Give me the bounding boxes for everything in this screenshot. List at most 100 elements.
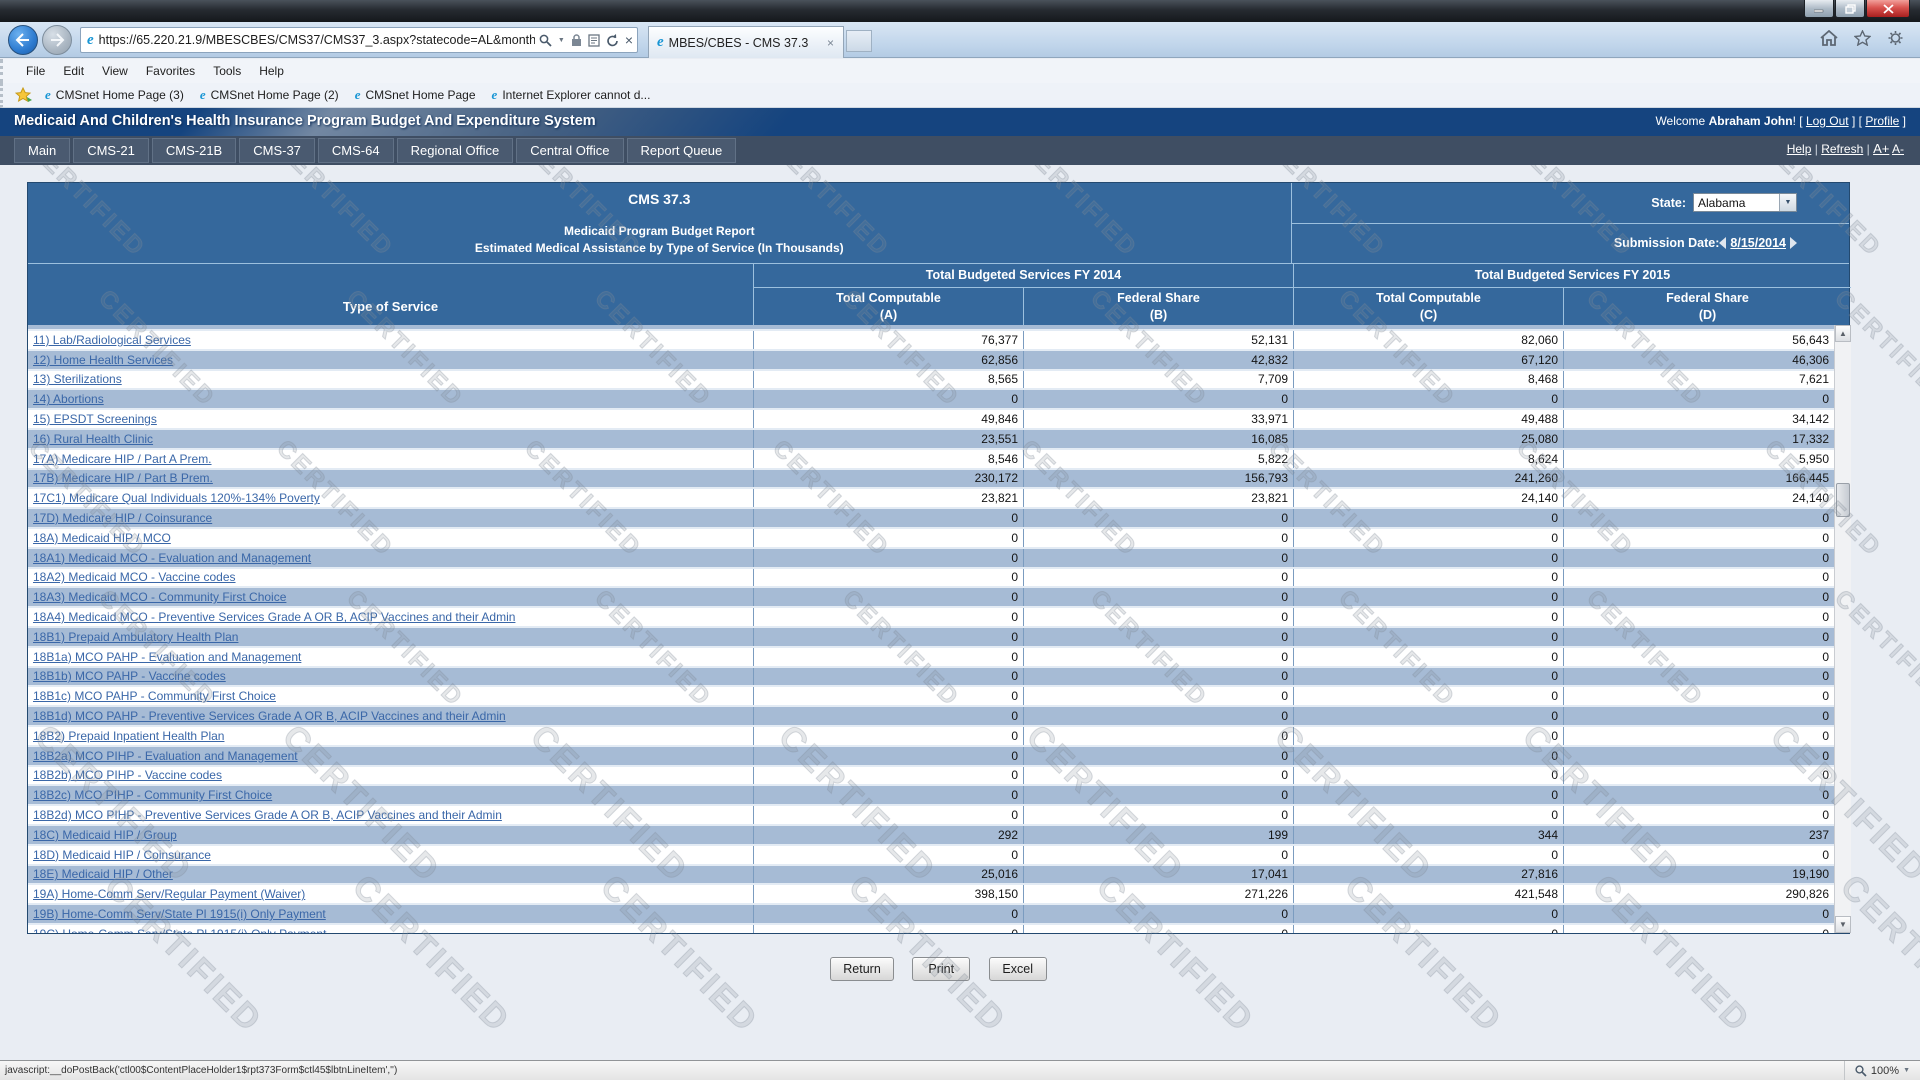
service-line-link[interactable]: 18B1d) MCO PAHP - Preventive Services Gr… [33,709,506,723]
profile-link[interactable]: Profile [1865,114,1899,128]
service-line-link[interactable]: 19C) Home-Comm Serv/State Pl 1915(j) Onl… [33,927,326,933]
settings-gear-icon[interactable] [1887,30,1904,46]
home-icon[interactable] [1820,30,1838,46]
nav-tab-cms-21b[interactable]: CMS-21B [152,138,236,163]
service-line-link[interactable]: 18B2d) MCO PIHP - Preventive Services Gr… [33,808,502,822]
service-line-link[interactable]: 18A2) Medicaid MCO - Vaccine codes [33,570,236,584]
address-bar[interactable]: e https://65.220.21.9/MBESCBES/CMS37/CMS… [80,27,638,53]
return-button[interactable]: Return [830,957,894,981]
next-date-icon[interactable] [1790,237,1797,249]
menu-item-tools[interactable]: Tools [204,62,250,80]
menu-item-edit[interactable]: Edit [54,62,93,80]
service-line-link[interactable]: 17C1) Medicare Qual Individuals 120%-134… [33,491,320,505]
service-line-link[interactable]: 13) Sterilizations [33,372,122,386]
service-line-link[interactable]: 18C) Medicaid HIP / Group [33,828,177,842]
service-line-link[interactable]: 18A) Medicaid HIP / MCO [33,531,171,545]
favorite-item[interactable]: eCMSnet Home Page [353,87,476,103]
service-line-link[interactable]: 11) Lab/Radiological Services [33,333,191,347]
refresh-link[interactable]: Refresh [1821,142,1863,156]
nav-tab-cms-64[interactable]: CMS-64 [318,138,394,163]
search-icon[interactable] [539,34,552,47]
nav-tab-central-office[interactable]: Central Office [516,138,623,163]
value-cell-b: 0 [1023,727,1293,745]
favorite-item[interactable]: eCMSnet Home Page (2) [198,87,339,103]
service-line-link[interactable]: 18B2) Prepaid Inpatient Health Plan [33,729,224,743]
value-cell-b: 17,041 [1023,866,1293,884]
nav-tab-cms-21[interactable]: CMS-21 [73,138,149,163]
service-line-link[interactable]: 19A) Home-Comm Serv/Regular Payment (Wai… [33,887,305,901]
nav-tab-main[interactable]: Main [14,138,70,163]
service-line-link[interactable]: 18A1) Medicaid MCO - Evaluation and Mana… [33,551,311,565]
value-cell-c: 0 [1293,846,1563,864]
browser-tab[interactable]: e MBES/CBES - CMS 37.3 × [648,26,844,58]
previous-date-icon[interactable] [1719,237,1726,249]
font-increase-link[interactable]: A+ [1873,141,1889,156]
service-line-link[interactable]: 18B1a) MCO PAHP - Evaluation and Managem… [33,650,301,664]
service-line-link[interactable]: 18B2b) MCO PIHP - Vaccine codes [33,768,222,782]
tab-close-icon[interactable]: × [824,36,837,50]
submission-date-link[interactable]: 8/15/2014 [1730,236,1786,250]
menu-item-help[interactable]: Help [250,62,293,80]
service-line-link[interactable]: 14) Abortions [33,392,104,406]
service-line-link[interactable]: 18B1) Prepaid Ambulatory Health Plan [33,630,238,644]
service-line-link[interactable]: 15) EPSDT Screenings [33,412,157,426]
service-line-link[interactable]: 19B) Home-Comm Serv/State Pl 1915(i) Onl… [33,907,326,921]
minimize-button[interactable] [1804,0,1834,18]
user-name: Abraham John [1709,114,1793,128]
service-line-link[interactable]: 17D) Medicare HIP / Coinsurance [33,511,212,525]
app-title: Medicaid And Children's Health Insurance… [14,113,596,129]
font-decrease-link[interactable]: A- [1892,142,1904,156]
excel-button[interactable]: Excel [989,957,1047,981]
value-cell-d: 24,140 [1563,489,1834,507]
table-row: 18A3) Medicaid MCO - Community First Cho… [28,588,1834,608]
forward-button[interactable] [42,25,72,55]
back-button[interactable] [8,25,38,55]
favorites-star-icon[interactable] [1854,30,1871,46]
menu-item-file[interactable]: File [17,62,54,80]
value-cell-c: 24,140 [1293,489,1563,507]
nav-tab-report-queue[interactable]: Report Queue [627,138,737,163]
state-select[interactable]: Alabama ▼ [1693,193,1797,212]
service-line-link[interactable]: 18B2a) MCO PIHP - Evaluation and Managem… [33,749,298,763]
new-tab-button[interactable] [846,30,872,52]
favorite-item[interactable]: eCMSnet Home Page (3) [43,87,184,103]
scroll-up-icon[interactable]: ▲ [1835,325,1851,342]
url-text[interactable]: https://65.220.21.9/MBESCBES/CMS37/CMS37… [99,33,535,47]
service-line-link[interactable]: 17A) Medicare HIP / Part A Prem. [33,452,212,466]
service-line-link[interactable]: 18B2c) MCO PIHP - Community First Choice [33,788,272,802]
logout-link[interactable]: Log Out [1806,114,1849,128]
menu-item-view[interactable]: View [93,62,137,80]
scrollbar-thumb[interactable] [1836,483,1850,517]
service-line-link[interactable]: 18B1c) MCO PAHP - Community First Choice [33,689,276,703]
vertical-scrollbar[interactable]: ▲ ▼ [1834,325,1851,933]
service-line-link[interactable]: 17B) Medicare HIP / Part B Prem. [33,471,213,485]
table-row: 18A) Medicaid HIP / MCO0000 [28,529,1834,549]
add-favorite-icon[interactable] [15,87,33,103]
refresh-icon[interactable] [606,34,619,47]
search-dropdown-icon[interactable]: ▼ [558,37,565,44]
zoom-dropdown-icon[interactable]: ▼ [1903,1067,1910,1074]
menu-item-favorites[interactable]: Favorites [137,62,204,80]
service-line-link[interactable]: 18A3) Medicaid MCO - Community First Cho… [33,590,286,604]
service-line-link[interactable]: 16) Rural Health Clinic [33,432,153,446]
help-link[interactable]: Help [1787,142,1812,156]
scroll-down-icon[interactable]: ▼ [1835,916,1851,933]
nav-tab-regional-office[interactable]: Regional Office [397,138,514,163]
service-line-link[interactable]: 18D) Medicaid HIP / Coinsurance [33,848,211,862]
select-dropdown-icon[interactable]: ▼ [1779,194,1796,211]
value-cell-b: 0 [1023,767,1293,785]
value-cell-a: 0 [753,668,1023,686]
compatibility-view-icon[interactable] [588,34,600,47]
favorite-item[interactable]: eInternet Explorer cannot d... [490,87,651,103]
table-row: 18B1b) MCO PAHP - Vaccine codes0000 [28,668,1834,688]
close-window-button[interactable] [1866,0,1910,18]
service-line-link[interactable]: 12) Home Health Services [33,353,173,367]
service-line-link[interactable]: 18A4) Medicaid MCO - Preventive Services… [33,610,515,624]
maximize-button[interactable] [1835,0,1865,18]
nav-tab-cms-37[interactable]: CMS-37 [239,138,315,163]
print-button[interactable]: Print [912,957,970,981]
stop-icon[interactable]: × [625,32,633,48]
zoom-control[interactable]: 100% ▼ [1844,1061,1920,1080]
service-line-link[interactable]: 18E) Medicaid HIP / Other [33,867,173,881]
service-line-link[interactable]: 18B1b) MCO PAHP - Vaccine codes [33,669,226,683]
